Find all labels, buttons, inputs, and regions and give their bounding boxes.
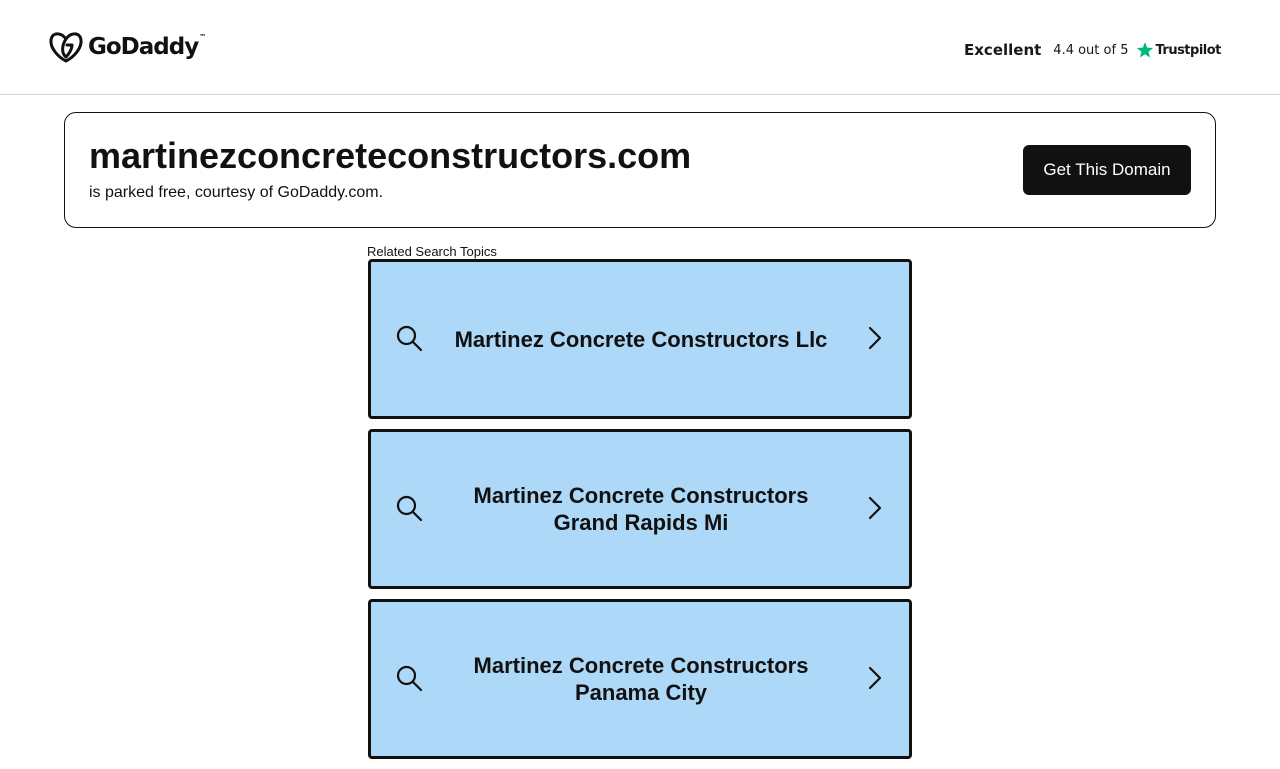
- get-this-domain-button[interactable]: Get This Domain: [1023, 145, 1191, 195]
- godaddy-logo[interactable]: GoDaddy™: [48, 31, 206, 63]
- logo-wordmark: GoDaddy™: [88, 33, 206, 60]
- related-search-topics-label: Related Search Topics: [367, 244, 497, 259]
- site-header: GoDaddy™ Excellent 4.4 out of 5 Trustpil…: [0, 0, 1280, 95]
- domain-name: martinezconcreteconstructors.com: [89, 135, 692, 176]
- chevron-right-icon: [868, 496, 882, 520]
- chevron-right-icon: [868, 666, 882, 690]
- trustpilot-rating-word: Excellent: [964, 41, 1042, 59]
- related-topic-item[interactable]: Martinez Concrete Constructors Llc: [368, 259, 912, 419]
- related-topics-list: Martinez Concrete Constructors Llc Marti…: [368, 259, 912, 769]
- related-topic-item[interactable]: Martinez Concrete Constructors Grand Rap…: [368, 429, 912, 589]
- domain-subtitle: is parked free, courtesy of GoDaddy.com.: [89, 184, 384, 201]
- godaddy-logo-icon: [49, 32, 83, 63]
- domain-card: martinezconcreteconstructors.com is park…: [64, 112, 1216, 228]
- star-icon: [1137, 42, 1154, 58]
- trustpilot-brand: Trustpilot: [1155, 42, 1221, 58]
- related-topic-label: Martinez Concrete Constructors Grand Rap…: [473, 483, 809, 535]
- search-icon: [396, 665, 423, 692]
- search-icon: [396, 495, 423, 522]
- related-topic-label: Martinez Concrete Constructors Panama Ci…: [473, 653, 809, 705]
- related-topic-item[interactable]: Martinez Concrete Constructors Panama Ci…: [368, 599, 912, 759]
- related-topic-label: Martinez Concrete Constructors Llc: [454, 326, 828, 352]
- search-icon: [396, 325, 423, 352]
- chevron-right-icon: [868, 326, 882, 350]
- trustpilot-rating[interactable]: Excellent 4.4 out of 5 Trustpilot: [964, 38, 1221, 62]
- trustpilot-score: 4.4 out of 5: [1053, 42, 1129, 58]
